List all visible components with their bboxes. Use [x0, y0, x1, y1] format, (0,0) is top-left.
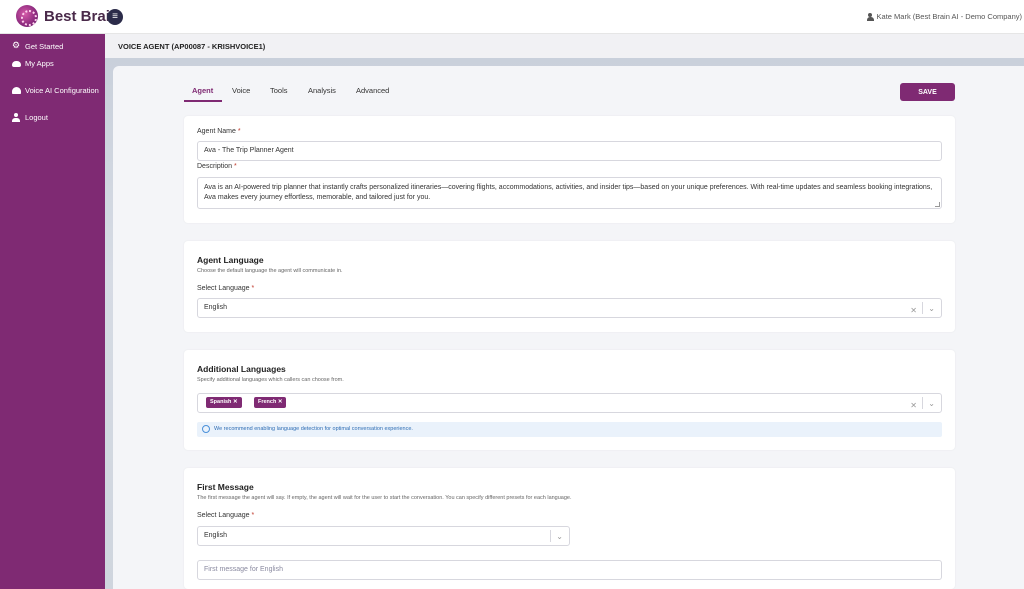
save-button[interactable]: SAVE	[900, 83, 955, 101]
agent-name-label: Agent Name *	[197, 128, 241, 135]
description-textarea[interactable]: Ava is an AI-powered trip planner that i…	[197, 177, 942, 209]
first-message-select-label: Select Language *	[197, 512, 255, 519]
first-message-subtitle: The first message the agent will say. If…	[197, 495, 572, 501]
select-separator	[922, 397, 923, 409]
selected-language: English	[204, 532, 227, 539]
page-title: VOICE AGENT (AP00087 - KRISHVOICE1)	[118, 42, 266, 51]
clear-icon[interactable]: ✕	[910, 397, 917, 415]
brain-logo-icon	[16, 5, 38, 27]
page-header: VOICE AGENT (AP00087 - KRISHVOICE1)	[105, 34, 1024, 58]
description-text: Ava is an AI-powered trip planner that i…	[204, 184, 933, 201]
chevron-down-icon[interactable]: ⌄	[928, 395, 935, 413]
additional-languages-select[interactable]: Spanish ✕ French ✕ ✕ ⌄	[197, 393, 942, 413]
info-icon	[202, 425, 210, 433]
select-language-label: Select Language *	[197, 285, 255, 292]
brand-logo[interactable]: Best Brain	[16, 5, 119, 27]
agent-details-card: Agent Name * Ava - The Trip Planner Agen…	[184, 116, 955, 223]
description-label: Description *	[197, 163, 237, 170]
additional-languages-card: Additional Languages Specify additional …	[184, 350, 955, 450]
chevron-down-icon[interactable]: ⌄	[928, 300, 935, 318]
agent-language-subtitle: Choose the default language the agent wi…	[197, 268, 343, 274]
gears-icon	[12, 40, 21, 51]
language-detection-info: We recommend enabling language detection…	[197, 422, 942, 437]
language-chip-spanish[interactable]: Spanish ✕	[206, 397, 242, 408]
first-message-language-select[interactable]: English ⌄	[197, 526, 570, 546]
sidebar-item-label: Voice AI Configuration	[25, 86, 99, 95]
tab-tools[interactable]: Tools	[270, 86, 288, 95]
tab-advanced[interactable]: Advanced	[356, 86, 389, 95]
sidebar-item-logout[interactable]: Logout	[12, 113, 48, 122]
tab-agent[interactable]: Agent	[192, 86, 213, 95]
sidebar-item-voice-ai-configuration[interactable]: Voice AI Configuration	[12, 86, 99, 95]
agent-language-title: Agent Language	[197, 255, 264, 265]
select-separator	[550, 530, 551, 542]
agent-name-input[interactable]: Ava - The Trip Planner Agent	[197, 141, 942, 161]
additional-languages-title: Additional Languages	[197, 364, 286, 374]
clear-icon[interactable]: ✕	[910, 302, 917, 320]
sidebar-item-label: Get Started	[25, 42, 64, 51]
tab-voice[interactable]: Voice	[232, 86, 250, 95]
user-icon	[866, 12, 874, 21]
logout-user-icon	[12, 113, 21, 122]
tab-analysis[interactable]: Analysis	[308, 86, 336, 95]
sidebar-item-my-apps[interactable]: My Apps	[12, 59, 54, 68]
apps-icon	[12, 59, 21, 68]
sidebar: Get Started My Apps Voice AI Configurati…	[0, 34, 105, 589]
user-name: Kate Mark (Best Brain AI - Demo Company)	[876, 12, 1022, 21]
agent-language-select[interactable]: English ✕ ⌄	[197, 298, 942, 318]
resize-handle-icon[interactable]	[935, 202, 940, 207]
select-separator	[922, 302, 923, 314]
user-info[interactable]: Kate Mark (Best Brain AI - Demo Company)	[866, 12, 1022, 21]
sidebar-item-label: Logout	[25, 113, 48, 122]
first-message-input[interactable]: First message for English	[197, 560, 942, 580]
first-message-card: First Message The first message the agen…	[184, 468, 955, 589]
language-chip-french[interactable]: French ✕	[254, 397, 287, 408]
agent-language-card: Agent Language Choose the default langua…	[184, 241, 955, 332]
additional-languages-subtitle: Specify additional languages which calle…	[197, 377, 344, 383]
sidebar-item-get-started[interactable]: Get Started	[12, 40, 64, 51]
sidebar-item-label: My Apps	[25, 59, 54, 68]
chip-remove-icon[interactable]: ✕	[233, 399, 238, 405]
first-message-placeholder: First message for English	[204, 566, 283, 573]
info-text: We recommend enabling language detection…	[214, 426, 413, 432]
voice-icon	[12, 86, 21, 95]
selected-language: English	[204, 304, 227, 311]
chip-remove-icon[interactable]: ✕	[278, 399, 283, 405]
menu-toggle-button[interactable]: ≡	[107, 9, 123, 25]
top-bar: Best Brain ≡ Kate Mark (Best Brain AI - …	[0, 0, 1024, 34]
active-tab-indicator	[184, 100, 222, 102]
first-message-title: First Message	[197, 482, 254, 492]
chevron-down-icon[interactable]: ⌄	[556, 528, 563, 546]
